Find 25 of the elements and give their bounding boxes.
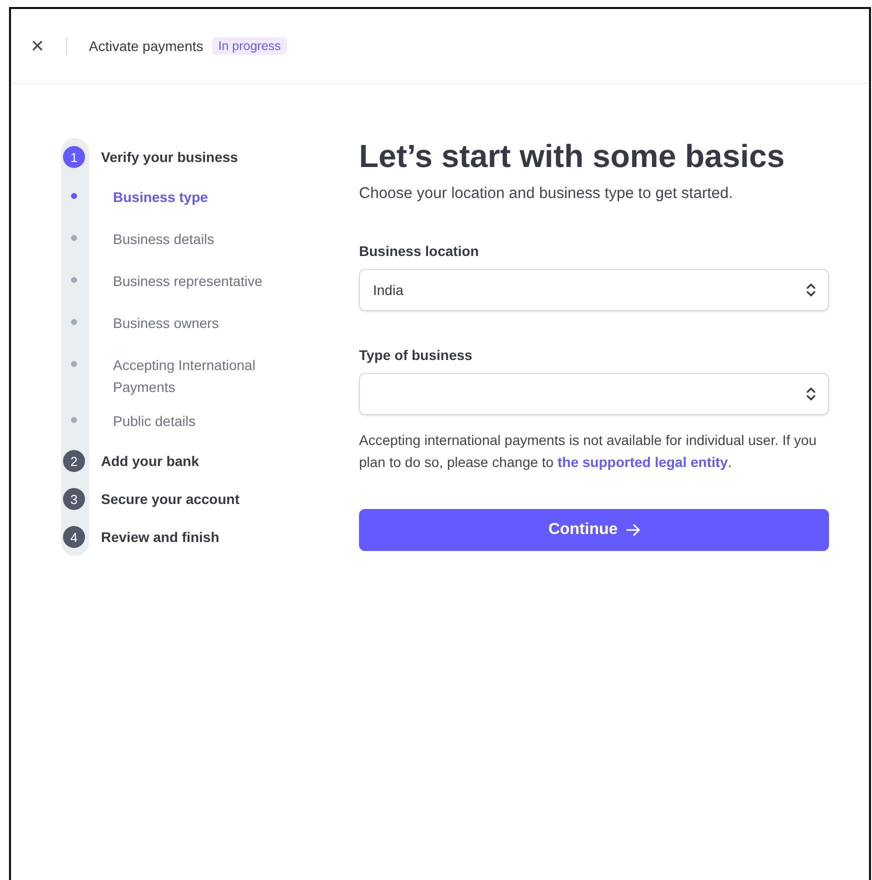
field-label: Type of business	[359, 347, 474, 363]
step-label[interactable]: Secure your account	[101, 491, 240, 507]
arrow-right-icon	[626, 524, 640, 536]
continue-button[interactable]: Continue	[359, 509, 829, 551]
substep-label[interactable]: Accepting International Payments	[113, 354, 303, 398]
page-heading: Let’s start with some basics	[359, 138, 786, 175]
page-subheading: Choose your location and business type to get started.	[359, 185, 734, 203]
substep-label[interactable]: Business owners	[113, 312, 303, 334]
substep-label[interactable]: Business details	[113, 228, 303, 250]
step-label[interactable]: Add your bank	[101, 453, 200, 469]
field-label: Business location	[359, 243, 480, 259]
chevron-updown-icon	[806, 283, 816, 297]
chevron-updown-icon	[806, 387, 816, 401]
step-label[interactable]: Verify your business	[101, 149, 238, 165]
substep-label[interactable]: Business type	[113, 186, 303, 208]
substep-label[interactable]: Business representative	[113, 270, 303, 292]
info-note: Accepting international payments is not available for individual user. If you plan to do so, please change to the supported legal entity.	[359, 431, 818, 472]
status-badge: In progress	[212, 37, 287, 55]
page-title: Activate payments	[88, 38, 204, 54]
legal-entity-link[interactable]: the supported legal entity	[557, 454, 728, 470]
step-label[interactable]: Review and finish	[101, 529, 220, 545]
select-field[interactable]: India	[359, 269, 829, 311]
substep-label[interactable]: Public details	[113, 410, 303, 432]
select-field[interactable]	[359, 373, 829, 415]
close-button[interactable]: ×	[27, 33, 48, 59]
